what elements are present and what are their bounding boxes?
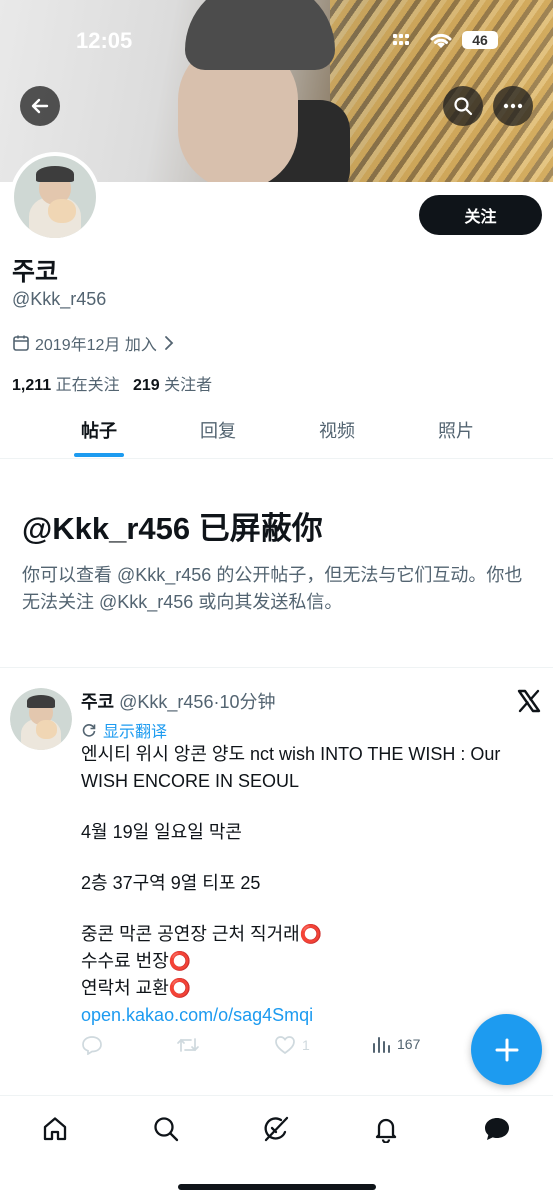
back-button[interactable]	[20, 86, 60, 126]
followers-count: 219	[132, 377, 160, 394]
tab-replies[interactable]: 回复	[178, 408, 258, 458]
home-indicator	[178, 1184, 376, 1190]
tweet-avatar[interactable]	[10, 688, 72, 750]
retweet-button[interactable]	[176, 1035, 200, 1055]
views-button[interactable]: 167	[371, 1035, 420, 1053]
view-count: 167	[397, 1036, 421, 1052]
profile-tabs: 帖子 回复 视频 照片	[0, 408, 553, 459]
reply-button[interactable]	[81, 1035, 103, 1055]
compose-icon	[495, 1038, 518, 1061]
tweet-author-name[interactable]: 주코	[81, 692, 114, 712]
more-button[interactable]	[493, 86, 533, 126]
retweet-icon	[177, 1038, 199, 1052]
translate-label: 显示翻译	[103, 724, 168, 741]
tweet-line: 연락처 교환⭕	[81, 978, 192, 998]
follow-button[interactable]: 关注	[419, 195, 542, 235]
home-icon	[43, 1117, 67, 1141]
tab-posts[interactable]: 帖子	[59, 408, 139, 458]
joined-date[interactable]: 2019年12月 加入	[12, 331, 176, 355]
nav-messages[interactable]	[480, 1112, 514, 1146]
calendar-icon	[13, 335, 29, 351]
tweet-line: 엔시티 위시 앙콘 양도 nct wish INTO THE WISH : Ou…	[81, 744, 501, 791]
back-arrow-icon	[31, 98, 49, 114]
tab-photos[interactable]: 照片	[416, 408, 496, 458]
tweet-author-meta: @Kkk_r456·10分钟	[119, 692, 276, 712]
show-translation[interactable]: 显示翻译	[81, 718, 167, 742]
views-icon	[373, 1037, 390, 1053]
followers-link[interactable]: 219 关注者	[133, 377, 212, 394]
tab-videos[interactable]: 视频	[297, 408, 377, 458]
blocked-title: @Kkk_r456 已屏蔽你	[22, 511, 323, 546]
display-name: 주코	[12, 258, 59, 286]
wifi-icon	[430, 33, 452, 48]
notifications-icon	[375, 1118, 397, 1143]
search-button[interactable]	[443, 86, 483, 126]
profile-avatar[interactable]	[10, 152, 100, 242]
grok-icon	[264, 1116, 289, 1142]
like-icon	[275, 1036, 295, 1055]
battery-indicator: 46	[462, 31, 498, 49]
nav-home[interactable]	[38, 1112, 72, 1146]
follow-counts: 1,211 正在关注 219 关注者	[12, 371, 212, 395]
tweet-avatar-image	[10, 688, 72, 750]
tweet-actions: 1 167	[81, 1035, 461, 1063]
following-count: 1,211	[12, 377, 52, 394]
search-icon	[454, 97, 473, 116]
tweet-header: 주코 @Kkk_r456·10分钟	[81, 688, 275, 714]
profile-handle: @Kkk_r456	[12, 289, 107, 309]
compose-button[interactable]	[471, 1014, 542, 1085]
tweet-line: 4월 19일 일요일 막콘	[81, 822, 242, 842]
following-link[interactable]: 1,211 正在关注	[12, 377, 120, 394]
active-tab-indicator	[74, 453, 124, 457]
tweet-line: 수수료 번장⭕	[81, 951, 192, 971]
joined-text: 2019年12月 加入	[35, 337, 157, 354]
tweet-link[interactable]: open.kakao.com/o/sag4Smqi	[81, 1002, 541, 1029]
following-label: 正在关注	[55, 377, 120, 394]
tweet-line: 중콘 막콘 공연장 근처 직거래⭕	[81, 924, 323, 944]
like-button[interactable]: 1	[274, 1035, 310, 1055]
nav-explore[interactable]	[149, 1112, 183, 1146]
status-bar: 12:05 46	[0, 0, 553, 80]
explore-icon	[154, 1117, 179, 1142]
cellular-signal-icon	[393, 34, 415, 48]
avatar-image	[14, 156, 96, 238]
tweet-line: 2층 37구역 9열 티포 25	[81, 873, 261, 893]
divider	[0, 667, 553, 668]
followers-label: 关注者	[164, 377, 213, 394]
translate-icon	[82, 724, 96, 737]
reply-icon	[82, 1036, 102, 1055]
like-count: 1	[302, 1037, 310, 1053]
messages-icon	[485, 1118, 509, 1140]
more-icon	[503, 103, 523, 109]
blocked-description: 你可以查看 @Kkk_r456 的公开帖子，但无法与它们互动。你也无法关注 @K…	[22, 565, 523, 612]
nav-grok[interactable]	[259, 1112, 293, 1146]
status-time: 12:05	[76, 28, 133, 53]
nav-notifications[interactable]	[369, 1112, 403, 1146]
tweet-text: 엔시티 위시 앙콘 양도 nct wish INTO THE WISH : Ou…	[81, 741, 541, 1029]
x-logo-icon	[517, 689, 541, 713]
chevron-right-icon	[164, 336, 174, 350]
